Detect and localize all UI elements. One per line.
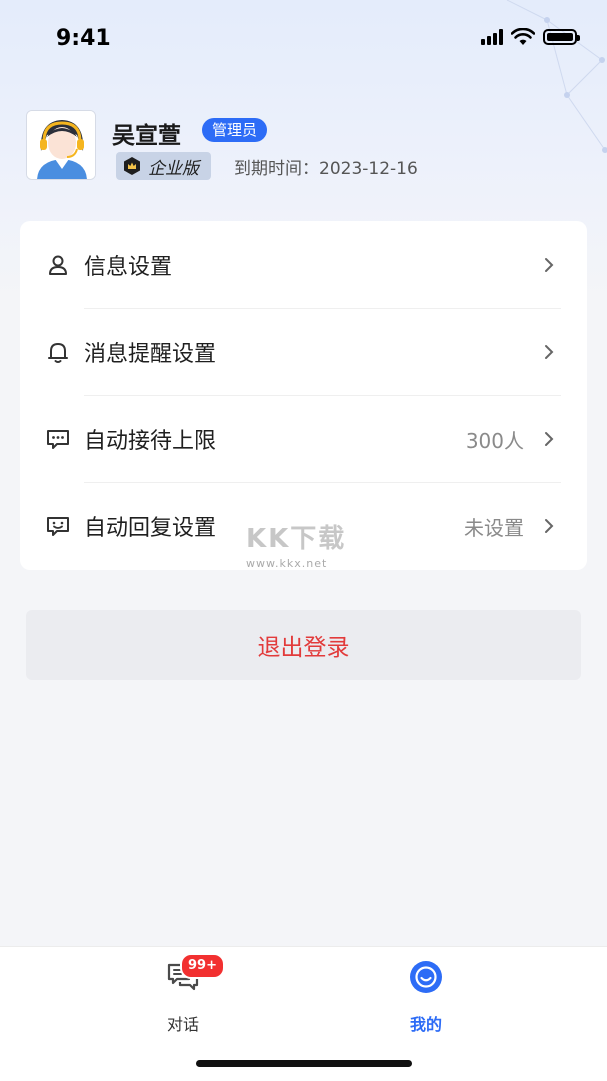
menu-item-label: 消息提醒设置 [84, 342, 217, 367]
user-name: 吴宣萱 [112, 123, 181, 149]
edition-label: 企业版 [148, 158, 199, 179]
status-time: 9:41 [56, 26, 111, 51]
bell-icon [48, 343, 68, 363]
watermark-url: www.kkx.net [246, 557, 328, 570]
avatar-illustration [27, 111, 95, 179]
wifi-icon [511, 28, 535, 45]
chevron-right-icon [545, 519, 554, 533]
chevron-right-icon [545, 345, 554, 359]
tab-chat[interactable]: 99+ 对话 [123, 953, 243, 1034]
user-icon [49, 255, 67, 275]
menu-item-info-settings[interactable]: 信息设置 [20, 221, 587, 308]
chevron-right-icon [545, 258, 554, 272]
menu-item-auto-reception-limit[interactable]: 自动接待上限 300人 [20, 395, 587, 482]
tab-me[interactable]: 我的 [366, 959, 486, 1034]
menu-item-value: 300人 [465, 429, 524, 453]
watermark-text: KK下载 [246, 524, 347, 554]
profile-face-icon [410, 961, 442, 993]
logout-button[interactable]: 退出登录 [26, 610, 581, 680]
menu-item-label: 自动接待上限 [84, 429, 217, 454]
menu-item-label: 信息设置 [84, 255, 173, 280]
unread-badge: 99+ [180, 953, 225, 979]
home-indicator [196, 1060, 412, 1067]
status-bar: 9:41 [0, 0, 607, 80]
watermark: KK下载 www.kkx.net [246, 518, 346, 570]
menu-item-value: 未设置 [464, 516, 524, 540]
tab-label: 我的 [409, 1015, 442, 1034]
edition-badge: 企业版 [116, 152, 211, 180]
battery-icon [543, 29, 580, 45]
crown-hexagon-icon [124, 157, 140, 175]
chat-smile-icon [47, 517, 69, 536]
avatar[interactable] [26, 110, 96, 180]
cellular-signal-icon [481, 29, 503, 45]
chat-dots-icon [47, 430, 69, 449]
menu-item-notification-settings[interactable]: 消息提醒设置 [20, 308, 587, 395]
role-badge: 管理员 [202, 118, 268, 142]
menu-item-label: 自动回复设置 [84, 516, 217, 541]
chevron-right-icon [545, 432, 554, 446]
expiry-date: 到期时间：2023-12-16 [234, 159, 418, 179]
tab-label: 对话 [166, 1015, 199, 1034]
status-icons [481, 28, 580, 46]
